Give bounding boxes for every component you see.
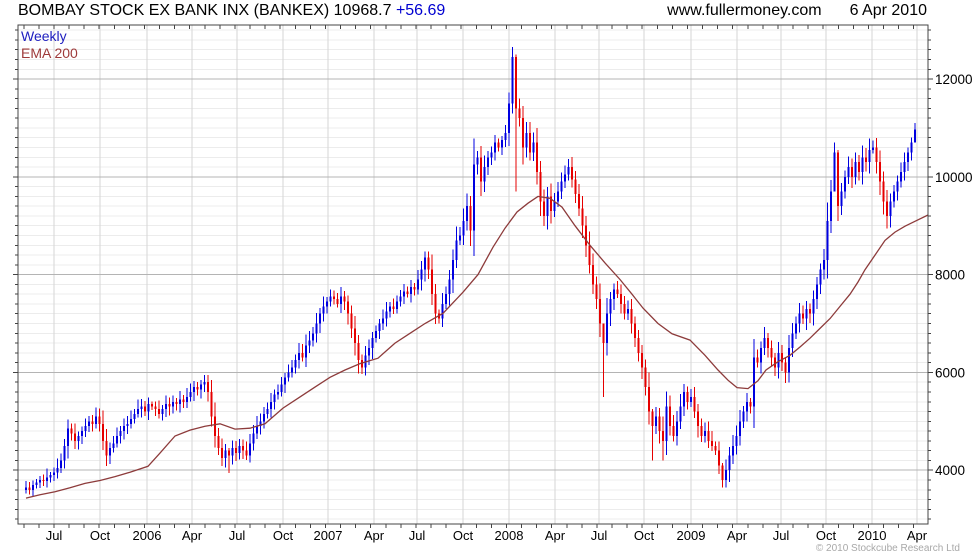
y-axis-label: 8000 bbox=[935, 268, 965, 283]
x-axis-label: Jul bbox=[773, 528, 790, 543]
x-axis-label: Apr bbox=[364, 528, 385, 543]
chart-legend: Weekly EMA 200 bbox=[21, 28, 78, 62]
legend-timeframe: Weekly bbox=[21, 28, 67, 44]
x-axis-label: Apr bbox=[727, 528, 748, 543]
x-axis-label: 2009 bbox=[677, 528, 706, 543]
x-axis-label: 2007 bbox=[314, 528, 343, 543]
x-axis-label: Oct bbox=[90, 528, 111, 543]
x-axis-label: Apr bbox=[182, 528, 203, 543]
x-axis-label: Jul bbox=[46, 528, 63, 543]
x-axis-label: Jul bbox=[229, 528, 246, 543]
x-axis-label: Jul bbox=[409, 528, 426, 543]
x-axis-label: Apr bbox=[907, 528, 928, 543]
x-axis-label: 2006 bbox=[133, 528, 162, 543]
copyright-notice: © 2010 Stockcube Research Ltd bbox=[815, 543, 960, 554]
x-axis-label: Apr bbox=[545, 528, 566, 543]
x-axis-label: Jul bbox=[591, 528, 608, 543]
x-axis-label: Oct bbox=[273, 528, 294, 543]
y-axis-label: 6000 bbox=[935, 365, 965, 380]
x-axis-label: Oct bbox=[634, 528, 655, 543]
y-axis-label: 12000 bbox=[935, 72, 973, 87]
chart-page: BOMBAY STOCK EX BANK INX (BANKEX) 10968.… bbox=[0, 0, 980, 560]
y-axis-label: 10000 bbox=[935, 170, 973, 185]
price-chart: 4000 6000 8000 10000 12000 Jul Oct 2006 Apr Jul Oc… bbox=[13, 24, 973, 543]
x-axis-label: 2010 bbox=[858, 528, 887, 543]
x-axis-label: 2008 bbox=[495, 528, 524, 543]
x-axis-label: Oct bbox=[816, 528, 837, 543]
y-axis-label: 4000 bbox=[935, 463, 965, 478]
x-axis-label: Oct bbox=[453, 528, 474, 543]
legend-ema: EMA 200 bbox=[21, 45, 78, 61]
